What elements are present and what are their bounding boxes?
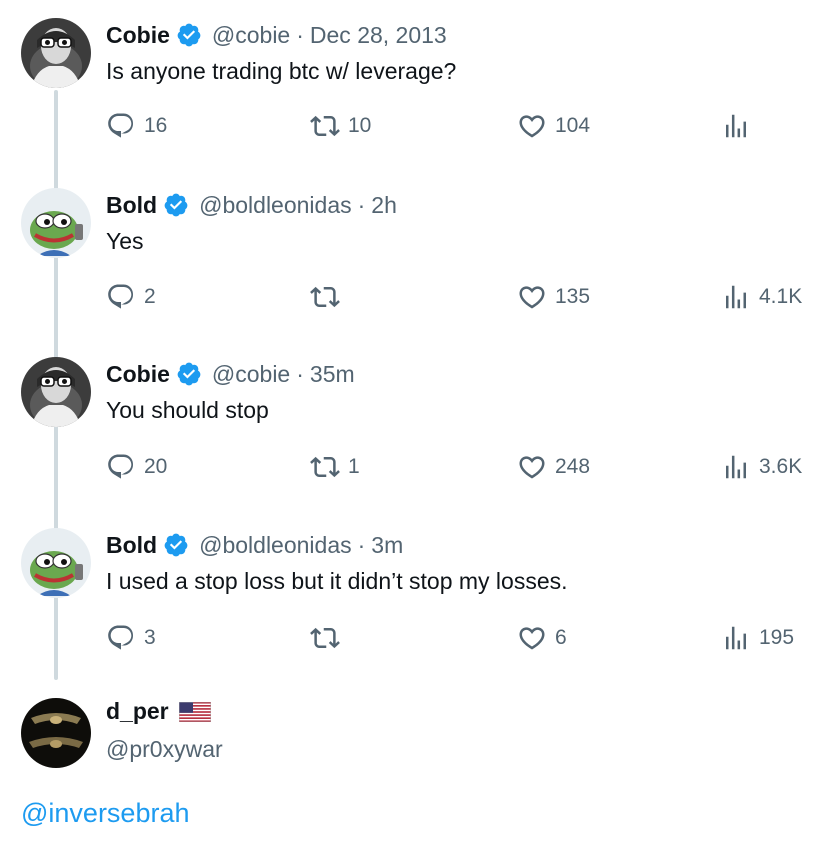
tweet-header: Bold @boldleonidas · 2h <box>106 190 397 220</box>
retweet-icon <box>310 115 340 137</box>
views-chart-icon <box>726 285 746 309</box>
display-name[interactable]: Bold <box>106 192 157 219</box>
like-count: 6 <box>555 626 567 649</box>
username[interactable]: @cobie <box>212 361 290 388</box>
display-name[interactable]: Bold <box>106 532 157 559</box>
reply-button[interactable]: 16 <box>106 111 167 141</box>
views-chart-icon <box>726 626 746 650</box>
views-count: 195 <box>759 626 795 649</box>
like-button[interactable]: 6 <box>517 623 567 653</box>
separator-dot: · <box>357 531 366 558</box>
views-chart-icon <box>726 455 746 479</box>
verified-badge-icon <box>177 362 201 386</box>
tweet-text: Is anyone trading btc w/ leverage? <box>106 58 457 84</box>
tweet-text: I used a stop loss but it didn’t stop my… <box>106 568 568 594</box>
like-button[interactable]: 104 <box>517 111 590 141</box>
avatar[interactable] <box>21 188 91 258</box>
retweet-button[interactable]: 10 <box>310 111 371 141</box>
tweet-header: Bold @boldleonidas · 3m <box>106 530 403 560</box>
tweet-text: Yes <box>106 228 144 254</box>
avatar[interactable] <box>21 528 91 598</box>
reply-icon <box>108 284 134 309</box>
avatar[interactable] <box>21 698 91 768</box>
views-button[interactable]: 3.6K <box>721 452 802 482</box>
reply-icon <box>108 625 134 650</box>
views-count: 4.1K <box>759 285 803 308</box>
heart-icon <box>519 115 545 138</box>
verified-badge-icon <box>164 193 188 217</box>
display-name[interactable]: d_per <box>106 698 169 725</box>
timestamp[interactable]: 2h <box>371 192 397 219</box>
verified-badge-icon <box>177 23 201 47</box>
heart-icon <box>519 456 545 479</box>
tweet-actions: 3 6 195 <box>0 623 829 657</box>
retweet-button[interactable]: 1 <box>310 452 360 482</box>
separator-dot: · <box>357 191 366 218</box>
reply-button[interactable]: 2 <box>106 282 156 312</box>
username[interactable]: @boldleonidas <box>199 532 352 559</box>
separator-dot: · <box>296 21 304 48</box>
reply-count: 2 <box>144 285 156 308</box>
avatar[interactable] <box>21 357 91 427</box>
heart-icon <box>519 627 545 650</box>
like-count: 135 <box>555 285 591 308</box>
retweet-button[interactable] <box>310 282 348 312</box>
retweet-count: 10 <box>348 114 372 137</box>
retweet-icon <box>310 286 340 308</box>
reply-count: 3 <box>144 626 156 649</box>
views-button[interactable]: 4.1K <box>721 282 802 312</box>
retweet-icon <box>310 456 340 478</box>
retweet-button[interactable] <box>310 623 348 653</box>
views-button[interactable]: 195 <box>721 623 794 653</box>
like-count: 248 <box>555 455 591 478</box>
views-count: 3.6K <box>759 455 803 478</box>
display-name[interactable]: Cobie <box>106 361 170 388</box>
tweet-actions: 20 1 248 3.6K <box>0 452 829 486</box>
us-flag-icon <box>178 701 211 722</box>
timestamp[interactable]: 35m <box>310 361 355 388</box>
heart-icon <box>519 286 545 309</box>
views-button[interactable] <box>721 111 759 141</box>
like-button[interactable]: 248 <box>517 452 590 482</box>
username[interactable]: @pr0xywar <box>106 736 223 763</box>
reply-icon <box>108 454 134 479</box>
reply-author-header: d_per <box>106 698 211 725</box>
username[interactable]: @cobie <box>212 22 290 49</box>
views-chart-icon <box>726 114 746 138</box>
timestamp[interactable]: 3m <box>371 532 403 559</box>
retweet-count: 1 <box>348 455 360 478</box>
reply-count: 20 <box>144 455 168 478</box>
like-count: 104 <box>555 114 591 137</box>
tweet-header: Cobie @cobie · 35m <box>106 359 355 389</box>
reply-button[interactable]: 20 <box>106 452 167 482</box>
retweet-icon <box>310 627 340 649</box>
reply-count: 16 <box>144 114 168 137</box>
reply-button[interactable]: 3 <box>106 623 156 653</box>
tweet-actions: 2 135 4.1K <box>0 282 829 316</box>
like-button[interactable]: 135 <box>517 282 590 312</box>
timestamp[interactable]: Dec 28, 2013 <box>310 22 447 49</box>
separator-dot: · <box>296 360 304 387</box>
tweet-header: Cobie @cobie · Dec 28, 2013 <box>106 20 447 50</box>
tweet-text: You should stop <box>106 397 269 423</box>
display-name[interactable]: Cobie <box>106 22 170 49</box>
reply-icon <box>108 113 134 138</box>
verified-badge-icon <box>164 533 188 557</box>
avatar[interactable] <box>21 18 91 88</box>
username[interactable]: @boldleonidas <box>199 192 352 219</box>
tweet-actions: 16 10 104 <box>0 111 829 145</box>
mention-link[interactable]: @inversebrah <box>21 798 190 829</box>
